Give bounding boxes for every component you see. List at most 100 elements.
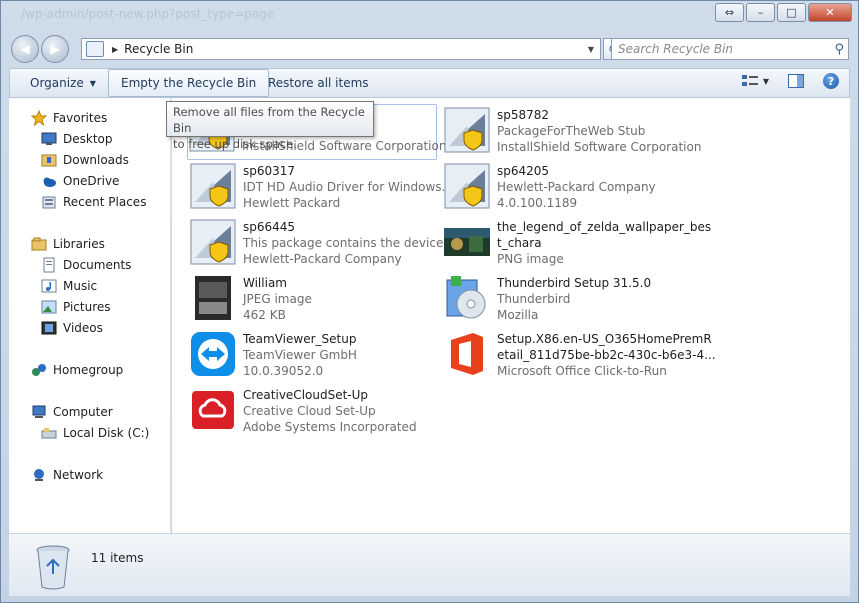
item-name: sp60317 [243, 164, 296, 178]
sidebar-item-network[interactable]: Network [31, 465, 103, 485]
back-button[interactable]: ◀ [11, 35, 39, 63]
close-button[interactable]: ✕ [808, 3, 852, 22]
item-detail: Adobe Systems Incorporated [243, 420, 417, 434]
maximize-button[interactable]: □ [777, 3, 806, 22]
list-item[interactable]: sp64205 Hewlett-Packard Company 4.0.100.… [443, 162, 693, 216]
sidebar-label: Homegroup [53, 363, 124, 377]
item-detail: 4.0.100.1189 [497, 196, 578, 210]
sidebar-item-videos[interactable]: Videos [41, 318, 103, 338]
organize-button[interactable]: Organize ▼ [18, 69, 108, 97]
teamviewer-icon [191, 332, 235, 376]
navigation-bar: ◀ ▶ ▶ Recycle Bin ▼ ⟳ Search Recycle Bin… [11, 35, 851, 63]
star-icon [31, 110, 47, 126]
sidebar-item-downloads[interactable]: Downloads [41, 150, 129, 170]
item-detail: Mozilla [497, 308, 539, 322]
item-name: sp58782 [497, 108, 550, 122]
breadcrumb-arrow-icon[interactable]: ▶ [112, 45, 118, 54]
background-url-fragment: /wp-admin/post-new.php?post_type=page [21, 7, 275, 21]
forward-button[interactable]: ▶ [41, 35, 69, 63]
sidebar-label: Pictures [63, 300, 111, 314]
homegroup-icon [31, 362, 47, 378]
item-detail: Thunderbird [497, 292, 571, 306]
list-item[interactable]: sp66445 This package contains the device… [189, 218, 459, 272]
restore-all-button[interactable]: Restore all items [256, 69, 381, 97]
item-name: William [243, 276, 287, 290]
chevron-down-icon: ▼ [89, 78, 96, 88]
sidebar-item-onedrive[interactable]: OneDrive [41, 171, 119, 191]
sidebar-item-music[interactable]: Music [41, 276, 97, 296]
restore-size-icon[interactable]: ⇔ [715, 3, 744, 22]
list-item[interactable]: the_legend_of_zelda_wallpaper_bes t_char… [443, 218, 711, 272]
empty-recycle-bin-button[interactable]: Empty the Recycle Bin [108, 69, 270, 97]
item-detail: PNG image [497, 252, 564, 266]
sidebar-item-pictures[interactable]: Pictures [41, 297, 111, 317]
list-item[interactable]: Thunderbird Setup 31.5.0 Thunderbird Moz… [443, 274, 693, 328]
list-item[interactable]: TeamViewer_Setup TeamViewer GmbH 10.0.39… [189, 330, 439, 384]
address-bar[interactable]: ▶ Recycle Bin ▼ [81, 38, 601, 60]
tooltip: Remove all files from the Recycle Bin to… [166, 101, 374, 151]
sidebar-item-recent-places[interactable]: Recent Places [41, 192, 146, 212]
documents-icon [41, 257, 57, 273]
item-detail: IDT HD Audio Driver for Windows... [243, 180, 453, 194]
sidebar-label: Computer [53, 405, 113, 419]
empty-label: Empty the Recycle Bin [121, 76, 257, 90]
sidebar-label: Desktop [63, 132, 113, 146]
item-name: CreativeCloudSet-Up [243, 388, 369, 402]
sidebar-item-computer[interactable]: Computer [31, 402, 113, 422]
item-name: Thunderbird Setup 31.5.0 [497, 276, 652, 290]
item-count: 11 items [91, 551, 144, 565]
item-detail: TeamViewer GmbH [243, 348, 357, 362]
recycle-bin-small-icon [86, 41, 104, 57]
item-detail: 462 KB [243, 308, 286, 322]
minimize-button[interactable]: – [746, 3, 775, 22]
list-item[interactable]: William JPEG image 462 KB [189, 274, 439, 328]
sidebar-item-libraries[interactable]: Libraries [31, 234, 105, 254]
help-icon[interactable]: ? [823, 73, 839, 89]
list-item[interactable]: sp60317 IDT HD Audio Driver for Windows.… [189, 162, 453, 216]
sidebar-item-documents[interactable]: Documents [41, 255, 131, 275]
address-dropdown-icon[interactable]: ▼ [588, 45, 594, 54]
installer-icon [444, 107, 490, 153]
sidebar-label: Local Disk (C:) [63, 426, 150, 440]
preview-pane-icon[interactable] [787, 73, 805, 89]
sidebar-label: Music [63, 279, 98, 293]
sidebar-item-homegroup[interactable]: Homegroup [31, 360, 123, 380]
music-icon [41, 278, 57, 294]
item-name: TeamViewer_Setup [243, 332, 357, 346]
recycle-bin-icon [36, 545, 70, 590]
hard-drive-icon [41, 425, 57, 441]
sidebar-label: Recent Places [63, 195, 147, 209]
item-detail: This package contains the device ... [243, 236, 459, 250]
sidebar-item-local-disk[interactable]: Local Disk (C:) [41, 423, 149, 443]
search-icon[interactable]: ⚲ [834, 42, 844, 57]
libraries-icon [31, 236, 47, 252]
creative-cloud-icon [192, 391, 234, 429]
videos-icon [41, 320, 57, 336]
pictures-icon [41, 299, 57, 315]
list-item[interactable]: CreativeCloudSet-Up Creative Cloud Set-U… [189, 386, 439, 440]
item-detail: JPEG image [243, 292, 312, 306]
item-detail: 10.0.39052.0 [243, 364, 324, 378]
item-name: the_legend_of_zelda_wallpaper_bes [497, 220, 712, 234]
breadcrumb-location[interactable]: Recycle Bin [124, 42, 193, 56]
item-detail: Hewlett Packard [243, 196, 341, 210]
list-item[interactable]: sp58782 PackageForTheWeb Stub InstallShi… [443, 106, 701, 160]
explorer-window: /wp-admin/post-new.php?post_type=page ⇔ … [0, 0, 859, 603]
item-name-cont: etail_811d75be-bb2c-430c-b6e3-4... [497, 348, 716, 362]
change-view-icon[interactable] [741, 73, 759, 89]
list-item[interactable]: Setup.X86.en-US_O365HomePremR etail_811d… [443, 330, 716, 384]
sidebar-label: Videos [63, 321, 103, 335]
details-pane: 11 items [9, 533, 850, 596]
installer-icon [190, 219, 236, 265]
tooltip-line: to free up disk space. [173, 137, 297, 151]
item-detail: Hewlett-Packard Company [497, 180, 656, 194]
sidebar-item-desktop[interactable]: Desktop [41, 129, 113, 149]
sidebar-item-favorites[interactable]: Favorites [31, 108, 107, 128]
search-input[interactable]: Search Recycle Bin ⚲ [611, 38, 849, 60]
desktop-icon [41, 131, 57, 147]
restore-label: Restore all items [268, 76, 369, 90]
item-name-cont: t_chara [497, 236, 542, 250]
image-thumbnail-icon [444, 228, 490, 256]
item-name: Setup.X86.en-US_O365HomePremR [497, 332, 712, 346]
view-dropdown-icon[interactable]: ▼ [763, 77, 769, 86]
